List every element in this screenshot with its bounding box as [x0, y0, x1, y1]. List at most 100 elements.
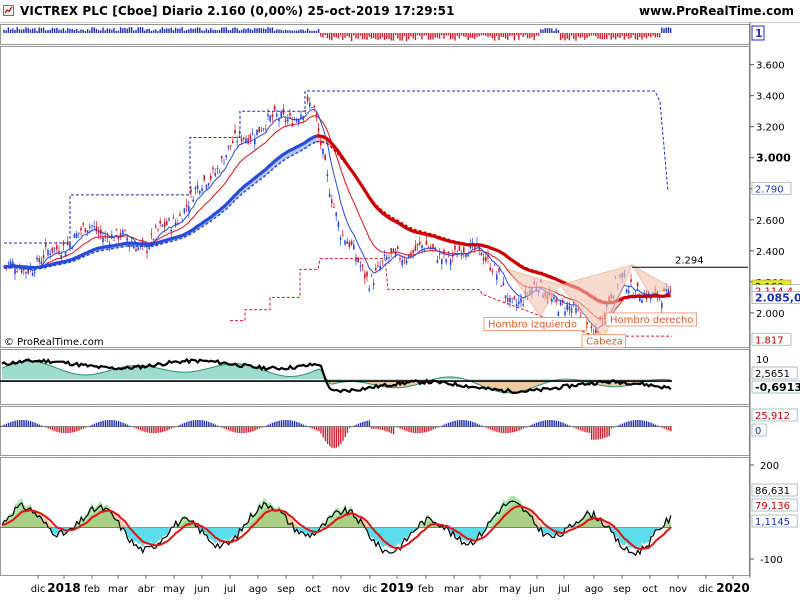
- hist-bar: [641, 420, 643, 427]
- volume-bar: [348, 33, 351, 38]
- volume-bar: [315, 30, 318, 33]
- volume-bar: [665, 27, 667, 33]
- price-candle: [150, 233, 153, 235]
- hist-bar: [153, 426, 155, 434]
- hist-bar: [311, 426, 313, 429]
- volume-bar: [467, 33, 469, 41]
- hist-bar: [333, 426, 335, 449]
- volume-bar: [482, 33, 485, 36]
- hist-bar: [399, 426, 401, 429]
- volume-bar: [177, 28, 179, 33]
- volume-bar: [269, 28, 271, 33]
- volume-bar: [69, 28, 71, 33]
- volume-bar: [49, 29, 51, 33]
- hist-bar: [335, 426, 338, 448]
- volume-bar: [509, 33, 511, 36]
- hist-bar: [267, 424, 269, 427]
- chart-canvas[interactable]: 2.294 Hombro izquierdo Hombro derecho Cabez…: [0, 0, 800, 600]
- volume-bar: [199, 27, 201, 33]
- price-candle: [333, 207, 335, 208]
- volume-bar: [67, 28, 69, 33]
- volume-bar: [190, 28, 192, 33]
- volume-bar: [599, 33, 601, 39]
- hist-bar: [610, 426, 613, 429]
- x-tick-label: jun: [193, 584, 209, 595]
- x-tick-label: jul: [557, 584, 570, 595]
- volume-bar: [5, 30, 7, 33]
- hist-bar: [533, 423, 536, 427]
- hist-bar: [359, 422, 362, 427]
- volume-bar: [218, 30, 221, 33]
- volume-bar: [42, 27, 45, 33]
- volume-bar: [192, 28, 194, 33]
- hist-bar: [608, 426, 610, 437]
- hist-bar: [606, 426, 608, 438]
- volume-bar: [243, 28, 245, 33]
- hist-bar: [373, 426, 375, 429]
- volume-bar: [240, 29, 243, 33]
- right-shoulder-label: Hombro derecho: [610, 315, 693, 326]
- hist-bar: [148, 426, 151, 433]
- volume-bar: [71, 28, 73, 33]
- price-candle: [201, 188, 203, 191]
- hist-bar: [25, 420, 27, 427]
- hist-bar: [199, 420, 201, 427]
- price-candle: [425, 240, 428, 245]
- volume-bar: [289, 30, 291, 33]
- price-candle: [148, 247, 150, 250]
- volume-bar: [658, 33, 661, 38]
- hist-bar: [540, 421, 542, 427]
- price-candle: [449, 259, 452, 265]
- volume-bar: [388, 33, 390, 39]
- volume-bar: [78, 30, 80, 33]
- hist-bar: [346, 426, 349, 433]
- hist-bar: [201, 420, 203, 427]
- volume-bar: [592, 33, 595, 36]
- volume-bar: [111, 29, 113, 33]
- hist-bar: [648, 421, 650, 427]
- volume-bar: [232, 27, 234, 33]
- volume-bar: [210, 28, 212, 33]
- volume-bar: [414, 33, 417, 41]
- hist-bar: [212, 423, 214, 427]
- volume-bar: [447, 33, 450, 36]
- price-candle: [383, 254, 386, 256]
- price-candle: [454, 245, 456, 250]
- hist-bar: [551, 420, 553, 427]
- price-candle: [170, 229, 172, 232]
- hist-bar: [509, 426, 511, 433]
- volume-bar: [106, 28, 109, 33]
- price-candle: [355, 257, 357, 262]
- volume-bar: [157, 30, 159, 33]
- volume-bar: [419, 33, 421, 36]
- volume-bar: [526, 33, 529, 39]
- hist-bar: [282, 420, 285, 427]
- price-candle: [49, 253, 51, 255]
- osc2-tick-label: 200: [760, 461, 779, 472]
- y-tick-label: 3.600: [756, 61, 785, 72]
- volume-bar: [518, 33, 520, 40]
- volume-bar: [166, 28, 168, 33]
- hist-bar: [194, 420, 197, 427]
- watermark: © ProRealTime.com: [4, 337, 104, 348]
- price-candle: [260, 130, 263, 132]
- price-candle: [267, 114, 269, 117]
- volume-bar: [586, 33, 588, 39]
- volume-bar: [152, 30, 155, 33]
- hist-bar: [65, 426, 67, 434]
- x-tick-label: 2019: [380, 581, 413, 595]
- price-candle: [256, 129, 258, 135]
- hist-bar: [639, 420, 641, 427]
- price-candle: [78, 232, 80, 234]
- hist-bar: [249, 426, 252, 432]
- label-upper-stop: 2.790: [755, 184, 784, 195]
- label-ema-fast: 2.085,0: [755, 292, 800, 305]
- volume-bar: [170, 27, 172, 33]
- volume-bar: [405, 33, 408, 41]
- volume-bar: [559, 33, 562, 41]
- resistance-label: 2.294: [675, 255, 704, 266]
- osc1-label-max: 10: [756, 355, 769, 366]
- volume-bar: [399, 33, 401, 41]
- volume-bar: [601, 33, 604, 40]
- hist-bar: [12, 421, 14, 427]
